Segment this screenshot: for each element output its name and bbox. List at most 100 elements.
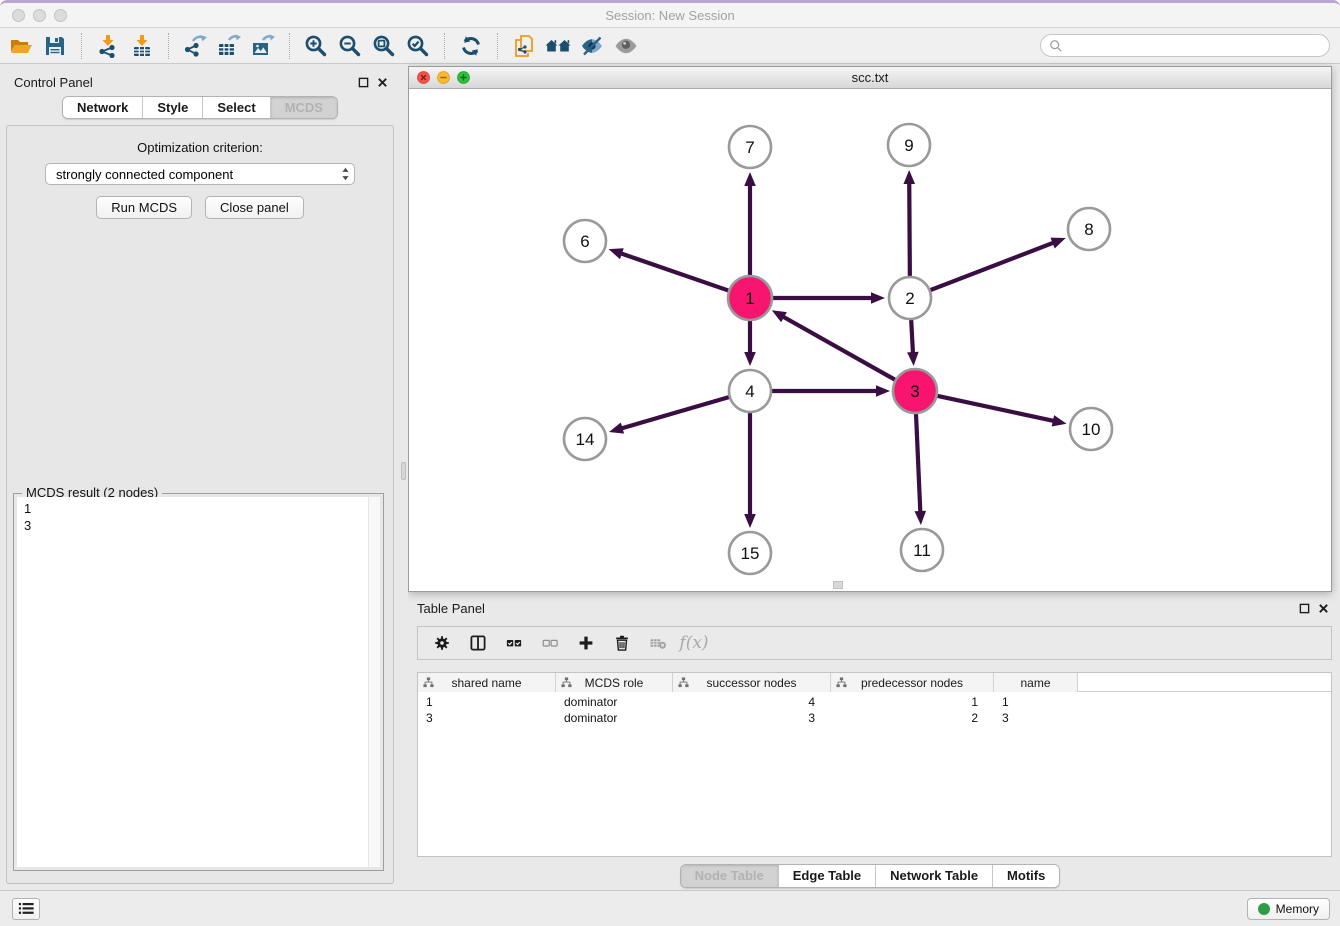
close-panel-button[interactable]: Close panel	[205, 196, 304, 219]
node-3[interactable]: 3	[893, 369, 937, 413]
cell-predecessor-nodes: 2	[831, 711, 994, 727]
split-columns-button[interactable]	[464, 629, 492, 657]
edge-4-14[interactable]	[609, 397, 729, 434]
show-all-button[interactable]	[609, 31, 643, 61]
network-window: scc.txt 1 2 3 4 6 7 8 9 10 11 14 15	[408, 66, 1332, 592]
close-network-icon[interactable]	[417, 71, 430, 84]
save-session-button[interactable]	[38, 31, 72, 61]
import-table-button[interactable]	[125, 31, 159, 61]
edge-3-11[interactable]	[914, 413, 926, 525]
edge-1-7[interactable]	[744, 172, 756, 276]
edge-3-10[interactable]	[937, 396, 1067, 427]
search-box[interactable]	[1040, 34, 1330, 57]
edge-3-1[interactable]	[772, 310, 896, 380]
export-network-button[interactable]	[178, 31, 212, 61]
close-table-panel-icon[interactable]	[1318, 603, 1329, 614]
node-9[interactable]: 9	[888, 124, 930, 166]
table-settings-button[interactable]	[428, 629, 456, 657]
edge-4-15[interactable]	[744, 413, 756, 528]
zoom-network-icon[interactable]	[457, 71, 470, 84]
table-row[interactable]: 1dominator411	[418, 695, 1331, 711]
column-header-shared-name[interactable]: shared name	[418, 673, 556, 692]
node-4[interactable]: 4	[729, 370, 771, 412]
canvas-scroll-thumb[interactable]	[833, 581, 843, 589]
node-1[interactable]: 1	[728, 276, 772, 320]
export-image-button[interactable]	[246, 31, 280, 61]
edge-2-8[interactable]	[931, 238, 1066, 290]
node-8[interactable]: 8	[1068, 208, 1110, 250]
node-7[interactable]: 7	[729, 126, 771, 168]
export-table-button[interactable]	[212, 31, 246, 61]
status-bar: Memory	[0, 890, 1340, 926]
node-2[interactable]: 2	[889, 277, 931, 319]
minimize-network-icon[interactable]	[437, 71, 450, 84]
zoom-fit-button[interactable]	[367, 31, 401, 61]
table-tab-node-table[interactable]: Node Table	[681, 865, 779, 887]
run-mcds-button[interactable]: Run MCDS	[96, 196, 192, 219]
close-window-button[interactable]	[12, 9, 25, 22]
network-window-title: scc.txt	[409, 70, 1331, 85]
node-10[interactable]: 10	[1070, 408, 1112, 450]
float-table-panel-icon[interactable]	[1299, 603, 1310, 614]
column-header-MCDS-role[interactable]: MCDS role	[556, 673, 673, 692]
hide-selected-button[interactable]	[575, 31, 609, 61]
column-header-successor-nodes[interactable]: successor nodes	[673, 673, 831, 692]
deselect-rows-button[interactable]	[536, 629, 564, 657]
table-tab-motifs[interactable]: Motifs	[993, 865, 1059, 887]
node-11[interactable]: 11	[901, 529, 943, 571]
network-canvas-svg: 1 2 3 4 6 7 8 9 10 11 14 15	[409, 89, 1331, 591]
search-input[interactable]	[1063, 36, 1329, 55]
zoom-in-button[interactable]	[299, 31, 333, 61]
cell-name: 1	[994, 695, 1078, 711]
panel-splitter[interactable]	[400, 64, 408, 890]
clone-network-view-button[interactable]	[507, 31, 541, 61]
mcds-result-textarea[interactable]: 13	[17, 497, 380, 867]
task-history-button[interactable]	[12, 898, 40, 920]
open-file-button[interactable]	[4, 31, 38, 61]
result-scrollbar[interactable]	[368, 497, 380, 867]
close-panel-icon[interactable]	[377, 77, 388, 88]
cell-MCDS-role: dominator	[556, 695, 673, 711]
node-15[interactable]: 15	[729, 532, 771, 574]
table-tab-network-table[interactable]: Network Table	[876, 865, 993, 887]
svg-text:10: 10	[1082, 420, 1101, 439]
memory-label: Memory	[1276, 902, 1319, 916]
network-canvas[interactable]: 1 2 3 4 6 7 8 9 10 11 14 15	[409, 89, 1331, 591]
node-6[interactable]: 6	[564, 220, 606, 262]
edge-2-9[interactable]	[903, 170, 915, 276]
add-row-button[interactable]	[572, 629, 600, 657]
memory-button[interactable]: Memory	[1247, 898, 1330, 920]
float-panel-icon[interactable]	[358, 77, 369, 88]
home-button[interactable]	[541, 31, 575, 61]
edge-1-2[interactable]	[772, 292, 885, 304]
select-rows-button[interactable]	[500, 629, 528, 657]
tab-mcds[interactable]: MCDS	[271, 97, 337, 118]
criterion-dropdown[interactable]: strongly connected component	[45, 163, 355, 185]
table-tab-edge-table[interactable]: Edge Table	[779, 865, 876, 887]
mcds-panel: Optimization criterion: strongly connect…	[6, 125, 394, 884]
tab-select[interactable]: Select	[203, 97, 270, 118]
refresh-view-button[interactable]	[454, 31, 488, 61]
cell-successor-nodes: 4	[673, 695, 831, 711]
edge-2-3[interactable]	[907, 320, 919, 366]
edge-1-6[interactable]	[609, 248, 730, 291]
table-row[interactable]: 3dominator323	[418, 711, 1331, 727]
delete-row-button[interactable]	[608, 629, 636, 657]
control-panel-tabs: NetworkStyleSelectMCDS	[0, 96, 400, 119]
column-header-name[interactable]: name	[994, 673, 1078, 692]
edge-1-4[interactable]	[744, 320, 756, 366]
control-panel: Control Panel NetworkStyleSelectMCDS Opt…	[0, 64, 400, 890]
tab-network[interactable]: Network	[63, 97, 143, 118]
zoom-out-button[interactable]	[333, 31, 367, 61]
node-14[interactable]: 14	[564, 418, 606, 460]
svg-text:6: 6	[580, 232, 589, 251]
column-header-predecessor-nodes[interactable]: predecessor nodes	[831, 673, 994, 692]
edge-4-3[interactable]	[772, 385, 890, 397]
minimize-window-button[interactable]	[33, 9, 46, 22]
table-panel-title: Table Panel	[417, 601, 485, 616]
zoom-window-button[interactable]	[54, 9, 67, 22]
import-network-button[interactable]	[91, 31, 125, 61]
control-panel-header: Control Panel	[0, 64, 400, 90]
zoom-selected-button[interactable]	[401, 31, 435, 61]
tab-style[interactable]: Style	[143, 97, 203, 118]
